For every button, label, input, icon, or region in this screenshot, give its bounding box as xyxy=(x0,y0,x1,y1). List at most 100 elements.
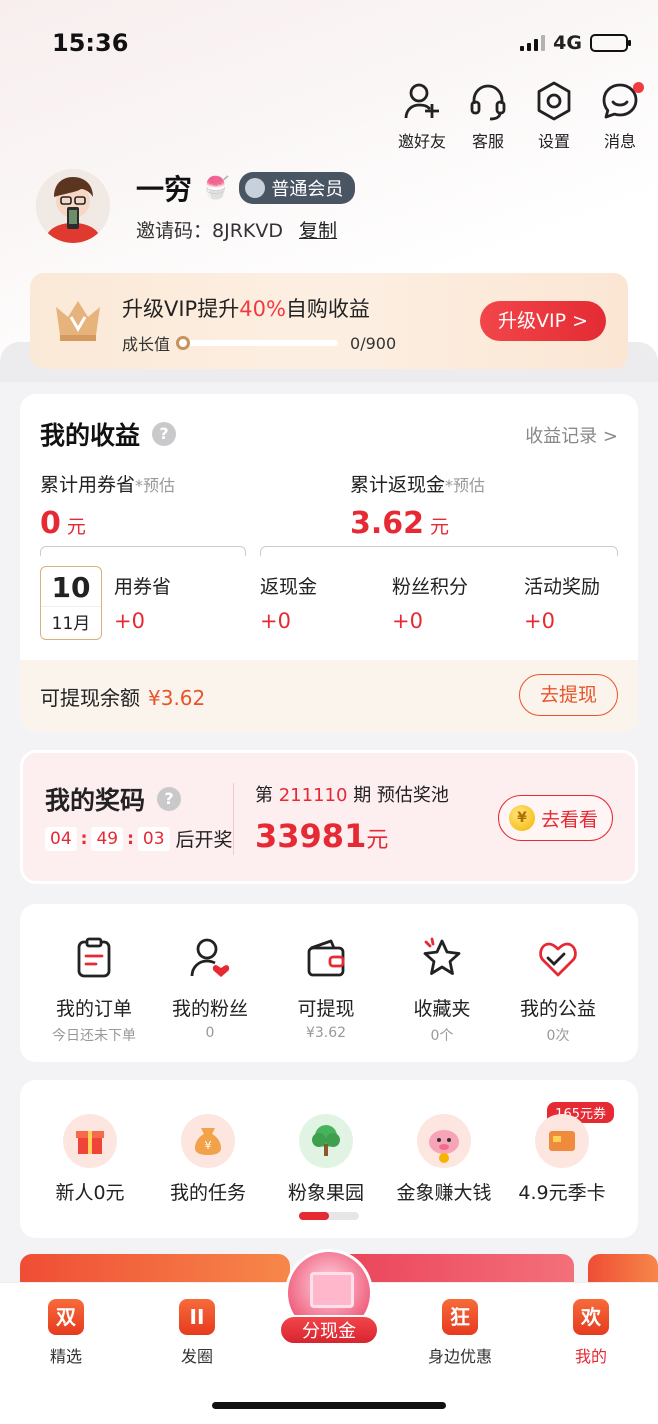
prize-help-icon[interactable]: ? xyxy=(157,787,182,811)
avatar-image xyxy=(36,168,110,243)
charity-label: 我的公益 xyxy=(519,998,596,1020)
cash-tab-label: 分现金 xyxy=(279,1315,379,1345)
tab-nearby-deals[interactable]: 狂 身边优惠 xyxy=(420,1299,500,1367)
my-fans-link[interactable]: 我的粉丝 0 xyxy=(152,936,268,1041)
customer-service-label: 客服 xyxy=(471,132,504,151)
add-friend-icon xyxy=(404,83,439,119)
cashback-total-label: 累计返现金*预估 xyxy=(350,474,486,496)
withdrawable-sub: ¥3.62 xyxy=(305,1025,347,1041)
earnings-card: 我的收益? 收益记录 > 累计用券省*预估 0元 累计返现金*预估 3.62 元 … xyxy=(20,394,638,732)
customer-service-button[interactable]: 客服 xyxy=(464,80,512,152)
season-card-link[interactable]: 4.9元季卡 xyxy=(504,1114,620,1205)
piggy-icon xyxy=(417,1114,471,1168)
wallet-icon xyxy=(307,939,345,977)
stat-activity-rewards: 活动奖励 +0 xyxy=(524,576,601,633)
avatar[interactable] xyxy=(36,168,110,243)
draw-countdown: 04:49:03 后开奖 xyxy=(45,825,233,852)
username: 一穷 xyxy=(136,173,193,206)
nearby-tab-icon: 狂 xyxy=(442,1299,478,1335)
my-fans-sub: 0 xyxy=(205,1025,215,1041)
gold-elephant-label: 金象赚大钱 xyxy=(396,1182,492,1204)
favorites-link[interactable]: 收藏夹 0个 xyxy=(384,936,500,1045)
gift-icon xyxy=(63,1114,117,1168)
card-icon xyxy=(535,1114,589,1168)
charity-icon xyxy=(539,942,577,977)
settings-icon xyxy=(537,81,571,121)
growth-label: 成长值 xyxy=(122,335,171,354)
tab-share[interactable]: II 发圈 xyxy=(157,1299,237,1367)
messages-label: 消息 xyxy=(603,132,636,151)
clipboard-icon xyxy=(77,937,111,978)
star-icon xyxy=(423,937,461,975)
prize-pool-value: 33981元 xyxy=(255,817,389,855)
withdrawable-label: 可提现 xyxy=(297,998,355,1020)
withdraw-row: 可提现余额 ¥3.62 去提现 xyxy=(20,660,638,732)
member-badge[interactable]: 普通会员 xyxy=(239,172,356,204)
withdraw-balance: 可提现余额 ¥3.62 xyxy=(40,686,206,710)
tab-mine[interactable]: 欢 我的 xyxy=(551,1299,631,1367)
withdraw-button[interactable]: 去提现 xyxy=(518,674,618,716)
mine-tab-icon: 欢 xyxy=(573,1299,609,1335)
quick-links-card: 我的订单 今日还未下单 我的粉丝 0 可提现 ¥3.62 收藏夹 0个 我的公益… xyxy=(20,904,638,1062)
vip-upgrade-card[interactable]: 升级VIP提升40%自购收益 成长值 0/900 升级VIP > xyxy=(30,273,628,369)
withdrawable-link[interactable]: 可提现 ¥3.62 xyxy=(268,936,384,1041)
prize-title: 我的奖码? xyxy=(45,781,182,817)
cashback-bracket xyxy=(260,546,618,556)
prize-period: 第 211110 期 预估奖池 xyxy=(255,785,449,806)
charity-sub: 0次 xyxy=(546,1028,570,1044)
tab-featured[interactable]: 双 精选 xyxy=(26,1299,106,1367)
profile-info: 一穷 🍧 普通会员 邀请码：8JRKVD 复制 xyxy=(136,168,356,243)
signal-icon xyxy=(520,35,546,51)
tab-cash[interactable]: 分现金 xyxy=(279,1249,379,1345)
invite-code: 8JRKVD xyxy=(212,220,283,242)
saved-bracket xyxy=(40,546,246,556)
help-icon[interactable]: ? xyxy=(152,422,177,446)
my-tasks-label: 我的任务 xyxy=(169,1182,246,1204)
nearby-tab-label: 身边优惠 xyxy=(427,1347,492,1366)
member-badge-label: 普通会员 xyxy=(271,179,344,200)
favorites-sub: 0个 xyxy=(430,1028,454,1044)
season-card-label: 4.9元季卡 xyxy=(518,1182,606,1204)
earnings-title: 我的收益? xyxy=(40,416,177,452)
view-prize-button[interactable]: ¥ 去看看 xyxy=(497,795,613,841)
orchard-link[interactable]: 粉象果园 xyxy=(268,1114,384,1205)
messages-button[interactable]: 消息 xyxy=(596,80,644,152)
upgrade-vip-button[interactable]: 升级VIP > xyxy=(479,301,606,341)
my-tasks-link[interactable]: ¥ 我的任务 xyxy=(150,1114,266,1205)
crown-icon xyxy=(56,301,100,341)
share-tab-icon: II xyxy=(179,1299,215,1335)
headset-icon xyxy=(470,84,506,121)
top-actions: 邀好友 客服 设置 消息 xyxy=(398,80,644,152)
unread-dot xyxy=(633,82,644,93)
settings-button[interactable]: 设置 xyxy=(530,80,578,152)
saved-total-label: 累计用券省*预估 xyxy=(40,474,176,496)
stat-coupon-saved: 用券省 +0 xyxy=(114,576,172,633)
tree-icon xyxy=(299,1114,353,1168)
fans-icon xyxy=(190,938,230,977)
my-orders-label: 我的订单 xyxy=(55,998,132,1020)
share-tab-label: 发圈 xyxy=(180,1347,213,1366)
status-indicators: 4G xyxy=(520,32,631,54)
my-orders-sub: 今日还未下单 xyxy=(52,1028,136,1044)
settings-label: 设置 xyxy=(537,132,570,151)
featured-tab-icon: 双 xyxy=(48,1299,84,1335)
orchard-label: 粉象果园 xyxy=(287,1182,364,1204)
invite-friend-button[interactable]: 邀好友 xyxy=(398,80,446,152)
stat-fan-points: 粉丝积分 +0 xyxy=(392,576,469,633)
home-indicator[interactable] xyxy=(212,1402,446,1409)
coin-icon: ¥ xyxy=(508,805,535,831)
cashback-total-value: 3.62 元 xyxy=(350,506,450,541)
member-badge-icon xyxy=(245,178,266,198)
page-indicator xyxy=(299,1212,359,1220)
gold-elephant-link[interactable]: 金象赚大钱 xyxy=(386,1114,502,1205)
newcomer-free-link[interactable]: 新人0元 xyxy=(32,1114,148,1205)
date-day: 10 xyxy=(51,571,91,604)
earnings-record-link[interactable]: 收益记录 > xyxy=(525,422,618,448)
view-prize-label: 去看看 xyxy=(540,808,598,831)
charity-link[interactable]: 我的公益 0次 xyxy=(500,936,616,1045)
copy-invite-code-link[interactable]: 复制 xyxy=(299,220,337,242)
profile: 一穷 🍧 普通会员 邀请码：8JRKVD 复制 xyxy=(36,168,356,243)
status-time: 15:36 xyxy=(52,29,129,57)
my-orders-link[interactable]: 我的订单 今日还未下单 xyxy=(36,936,152,1045)
mine-tab-label: 我的 xyxy=(574,1347,607,1366)
